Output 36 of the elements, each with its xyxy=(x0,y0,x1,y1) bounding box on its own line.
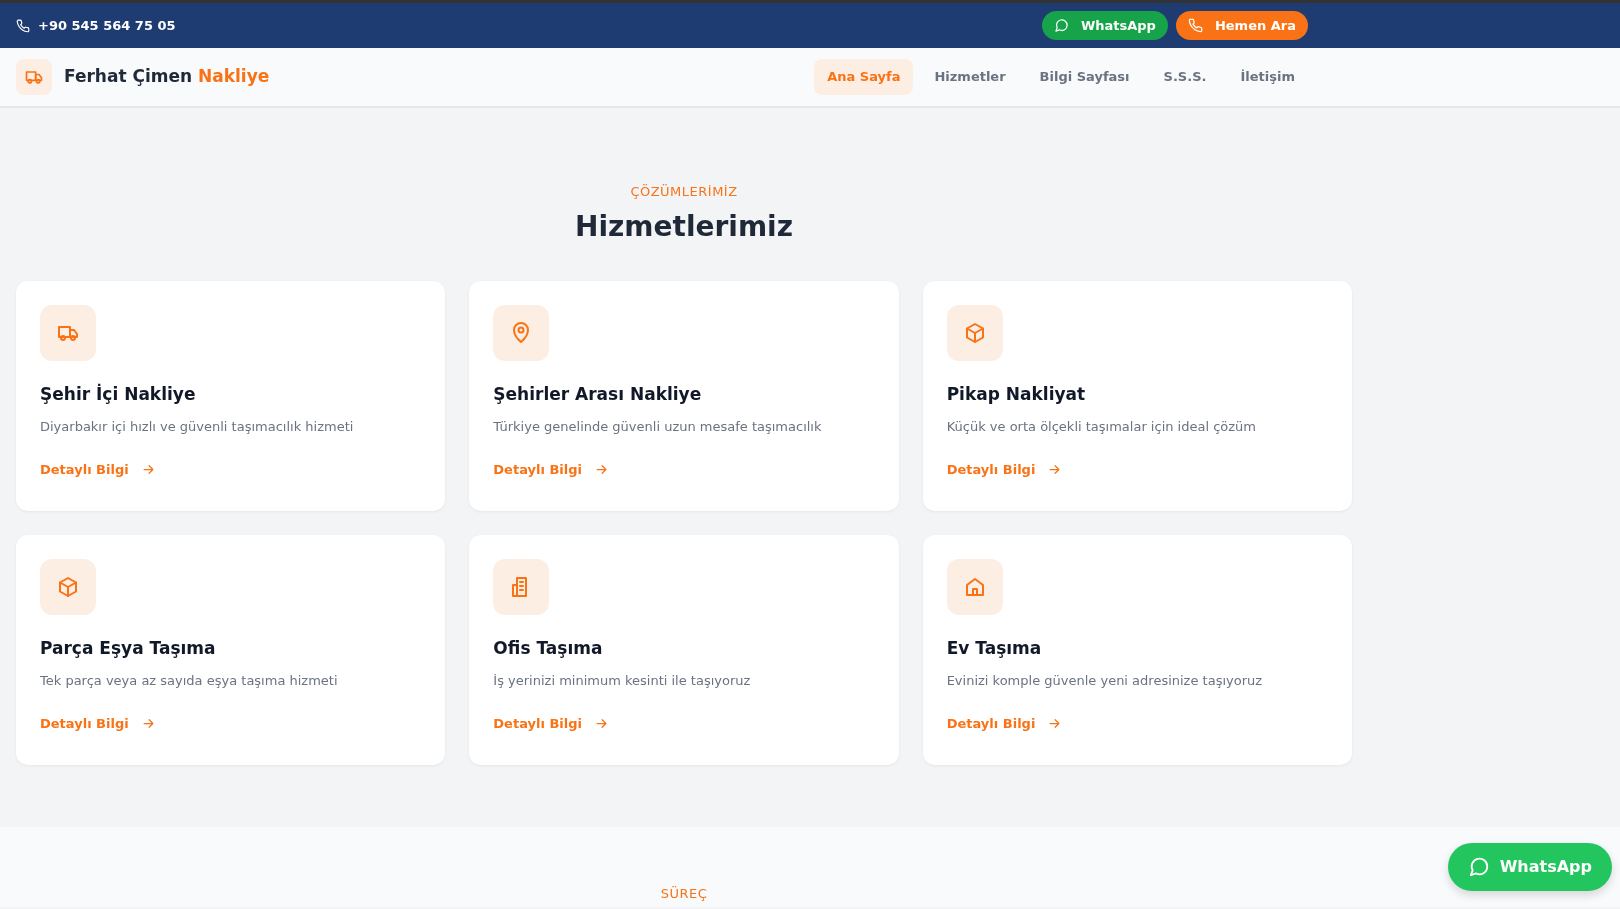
service-title: Parça Eşya Taşıma xyxy=(40,636,217,660)
phone-icon xyxy=(16,18,30,33)
service-description: Küçük ve orta ölçekli taşımalar için ideal çözüm xyxy=(946,418,1257,436)
details-link[interactable]: Detaylı Bilgi xyxy=(946,713,1063,733)
service-title: Pikap Nakliyat xyxy=(946,382,1087,406)
service-title: Şehirler Arası Nakliye xyxy=(493,382,703,406)
details-link[interactable]: Detaylı Bilgi xyxy=(493,713,610,733)
nav-link[interactable]: Hizmetler xyxy=(921,59,1019,95)
nav-link[interactable]: S.S.S. xyxy=(1150,59,1220,95)
section-eyebrow: ÇÖZÜMLERİMİZ xyxy=(629,183,739,201)
details-link[interactable]: Detaylı Bilgi xyxy=(493,459,610,479)
section-title: Hizmetlerimiz xyxy=(574,208,794,245)
whatsapp-button[interactable]: WhatsApp xyxy=(1041,10,1168,41)
service-title: Ofis Taşıma xyxy=(493,636,604,660)
service-title: Şehir İçi Nakliye xyxy=(40,382,197,406)
service-description: Tek parça veya az sayıda eşya taşıma hizmeti xyxy=(40,672,339,690)
service-description: Evinizi komple güvenle yeni adresinize taşıyoruz xyxy=(946,672,1264,690)
box-icon xyxy=(56,574,80,599)
call-button[interactable]: Hemen Ara xyxy=(1175,10,1308,41)
whatsapp-button[interactable]: WhatsApp xyxy=(1447,843,1612,891)
service-description: Türkiye genelinde güvenli uzun mesafe taşımacılık xyxy=(493,418,823,436)
service-title: Ev Taşıma xyxy=(946,636,1043,660)
details-link[interactable]: Detaylı Bilgi xyxy=(40,459,156,479)
service-description: İş yerinizi minimum kesinti ile taşıyoruz xyxy=(493,672,752,690)
details-link[interactable]: Detaylı Bilgi xyxy=(40,713,156,733)
nav-link[interactable]: Ana Sayfa xyxy=(814,59,914,95)
details-link[interactable]: Detaylı Bilgi xyxy=(946,459,1063,479)
section-eyebrow: SÜREÇ xyxy=(660,885,708,901)
chat-icon xyxy=(1467,856,1490,878)
chat-icon xyxy=(1053,18,1069,33)
nav-link[interactable]: Bilgi Sayfası xyxy=(1026,59,1143,95)
phone-number: +90 545 564 75 05 xyxy=(38,16,176,35)
nav-link[interactable]: İletişim xyxy=(1227,59,1308,95)
service-description: Diyarbakır içi hızlı ve güvenli taşımacılık hizmeti xyxy=(40,418,355,436)
brand-name[interactable]: Ferhat Çimen Nakliye xyxy=(64,64,270,90)
phone-icon xyxy=(1187,18,1203,33)
